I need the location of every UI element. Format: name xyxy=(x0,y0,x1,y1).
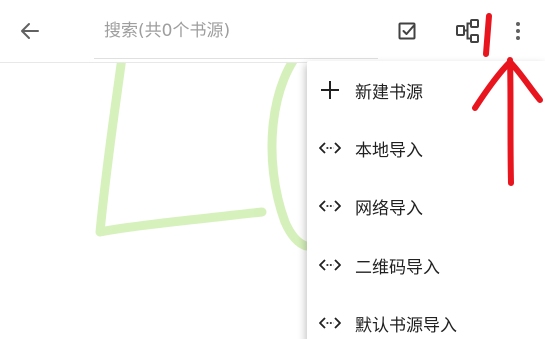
toolbar xyxy=(0,0,545,63)
checkbox-edit-icon xyxy=(398,22,416,40)
search-input[interactable] xyxy=(94,14,378,48)
menu-item-default-source-import[interactable]: 默认书源导入 xyxy=(307,294,545,339)
menu-item-label: 默认书源导入 xyxy=(355,315,457,336)
menu-item-label: 本地导入 xyxy=(355,140,423,161)
select-all-button[interactable] xyxy=(386,9,430,53)
menu-item-label: 新建书源 xyxy=(355,82,423,103)
import-icon xyxy=(318,311,342,335)
menu-item-local-import[interactable]: 本地导入 xyxy=(307,119,545,177)
menu-item-qrcode-import[interactable]: 二维码导入 xyxy=(307,236,545,294)
menu-item-label: 网络导入 xyxy=(355,198,423,219)
overflow-menu: 新建书源 本地导入 网络导入 二维码导入 默认书源导入 xyxy=(307,61,545,339)
plus-icon xyxy=(318,78,342,102)
book-source-screen: 新建书源 本地导入 网络导入 xyxy=(0,0,545,339)
import-icon xyxy=(318,253,342,277)
search-underline xyxy=(94,58,378,59)
group-button[interactable] xyxy=(446,9,490,53)
more-options-button[interactable] xyxy=(496,9,540,53)
menu-item-network-import[interactable]: 网络导入 xyxy=(307,177,545,235)
import-icon xyxy=(318,136,342,160)
back-button[interactable] xyxy=(8,9,52,53)
arrow-left-icon xyxy=(21,23,39,39)
menu-item-new-source[interactable]: 新建书源 xyxy=(307,61,545,119)
import-icon xyxy=(318,194,342,218)
menu-item-label: 二维码导入 xyxy=(355,257,440,278)
flow-group-icon xyxy=(456,19,479,43)
more-vert-icon xyxy=(516,22,520,40)
